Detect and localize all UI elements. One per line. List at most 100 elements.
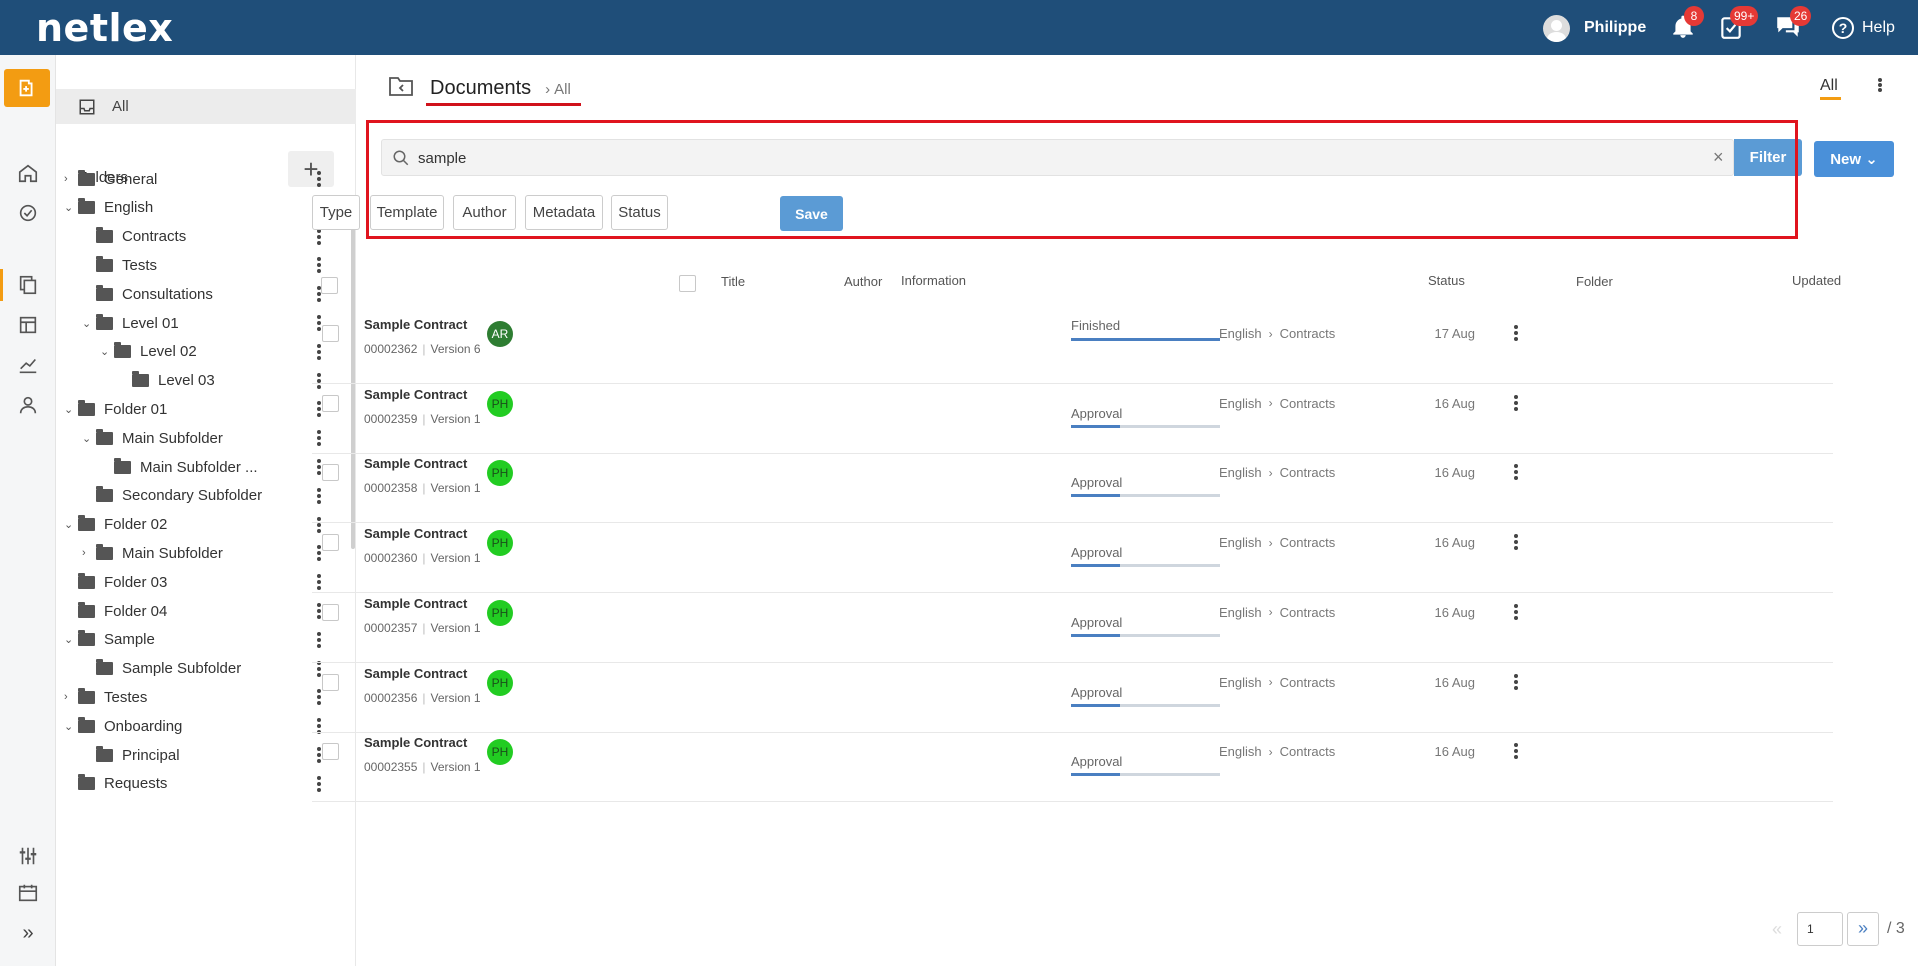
row-checkbox[interactable] bbox=[322, 534, 339, 552]
folder-path[interactable]: English › Contracts bbox=[1219, 675, 1335, 690]
document-title[interactable]: Sample Contract bbox=[364, 596, 467, 611]
chevron-right-icon[interactable]: › bbox=[64, 173, 74, 185]
row-checkbox[interactable] bbox=[322, 325, 339, 342]
author-avatar[interactable]: PH bbox=[487, 599, 513, 626]
column-folder[interactable]: Folder bbox=[1576, 274, 1613, 289]
folder-item[interactable]: Contracts bbox=[56, 222, 356, 252]
page-more-button[interactable] bbox=[1877, 78, 1883, 92]
author-avatar[interactable]: PH bbox=[487, 669, 513, 696]
row-options-icon[interactable] bbox=[1513, 464, 1519, 481]
row-options-icon[interactable] bbox=[1513, 325, 1519, 341]
folder-path[interactable]: English › Contracts bbox=[1219, 605, 1335, 620]
netlex-logo[interactable]: netlex bbox=[36, 6, 173, 50]
folder-item[interactable]: ⌄ Level 01 bbox=[56, 308, 356, 338]
chevron-right-icon[interactable]: › bbox=[82, 547, 92, 559]
folder-item[interactable]: Secondary Subfolder bbox=[56, 481, 356, 511]
column-title[interactable]: Title bbox=[721, 274, 745, 289]
messages-button[interactable]: 26 bbox=[1774, 6, 1812, 42]
folder-path[interactable]: English › Contracts bbox=[1219, 535, 1335, 550]
folder-item[interactable]: ⌄ Main Subfolder bbox=[56, 423, 356, 453]
folder-path[interactable]: English › Contracts bbox=[1219, 396, 1335, 411]
row-checkbox[interactable] bbox=[322, 603, 339, 621]
folder-item[interactable]: ⌄ Level 02 bbox=[56, 337, 356, 367]
folder-item[interactable]: › Main Subfolder bbox=[56, 538, 356, 568]
folder-item[interactable]: ⌄ Folder 01 bbox=[56, 394, 356, 424]
view-tab-all[interactable]: All bbox=[1820, 77, 1838, 95]
new-button[interactable]: New ⌄ bbox=[1814, 141, 1894, 177]
chevron-down-icon[interactable]: ⌄ bbox=[64, 201, 74, 214]
folder-options-icon[interactable] bbox=[316, 171, 322, 187]
home-button[interactable] bbox=[0, 153, 56, 193]
author-avatar[interactable]: AR bbox=[487, 321, 513, 347]
document-title[interactable]: Sample Contract bbox=[364, 735, 467, 750]
row-checkbox[interactable] bbox=[322, 394, 339, 412]
folder-item[interactable]: › General bbox=[56, 164, 356, 194]
folder-item[interactable]: Consultations bbox=[56, 279, 356, 309]
page-title[interactable]: Documents bbox=[430, 77, 531, 100]
chevron-down-icon[interactable]: ⌄ bbox=[64, 403, 74, 416]
column-author[interactable]: Author bbox=[844, 274, 882, 289]
chevron-right-icon[interactable]: › bbox=[64, 691, 74, 703]
calendar-button[interactable] bbox=[0, 873, 56, 913]
row-options-icon[interactable] bbox=[1513, 394, 1519, 411]
document-title[interactable]: Sample Contract bbox=[364, 387, 467, 402]
column-updated[interactable]: Updated bbox=[1792, 273, 1841, 288]
folder-item[interactable]: Folder 03 bbox=[56, 567, 356, 597]
chevron-down-icon[interactable]: ⌄ bbox=[100, 345, 110, 358]
folder-item[interactable]: › Testes bbox=[56, 682, 356, 712]
chevron-down-icon[interactable]: ⌄ bbox=[64, 720, 74, 733]
filter-chip-type[interactable]: Type bbox=[312, 195, 360, 230]
author-avatar[interactable]: PH bbox=[487, 390, 513, 417]
help-button[interactable]: ? Help bbox=[1832, 14, 1895, 42]
folder-item[interactable]: Folder 04 bbox=[56, 596, 356, 626]
chevron-down-icon[interactable]: ⌄ bbox=[64, 633, 74, 646]
column-status[interactable]: Status bbox=[1428, 273, 1465, 288]
folder-path[interactable]: English › Contracts bbox=[1219, 465, 1335, 480]
notifications-button[interactable]: 8 bbox=[1670, 6, 1704, 42]
table-row[interactable]: Sample Contract 00002355 | Version 1 PH Appro… bbox=[312, 716, 1833, 803]
folder-item[interactable]: Tests bbox=[56, 250, 356, 280]
chevron-down-icon[interactable]: ⌄ bbox=[64, 518, 74, 531]
sidebar-item-all[interactable]: All bbox=[56, 89, 356, 124]
folder-item[interactable]: Level 03 bbox=[56, 366, 356, 396]
row-checkbox[interactable] bbox=[322, 743, 339, 761]
row-checkbox[interactable] bbox=[322, 464, 339, 482]
row-options-icon[interactable] bbox=[1513, 673, 1519, 690]
document-title[interactable]: Sample Contract bbox=[364, 456, 467, 471]
folder-path[interactable]: English › Contracts bbox=[1219, 744, 1335, 759]
documents-button[interactable] bbox=[0, 265, 56, 305]
folder-item[interactable]: ⌄ Onboarding bbox=[56, 711, 356, 741]
folder-path[interactable]: English › Contracts bbox=[1219, 326, 1335, 341]
document-title[interactable]: Sample Contract bbox=[364, 317, 467, 332]
folder-item[interactable]: Requests bbox=[56, 769, 356, 799]
author-avatar[interactable]: PH bbox=[487, 530, 513, 557]
tasks-button[interactable]: 99+ bbox=[1718, 6, 1759, 42]
author-avatar[interactable]: PH bbox=[487, 460, 513, 487]
folder-item[interactable]: ⌄ Folder 02 bbox=[56, 510, 356, 540]
row-options-icon[interactable] bbox=[1513, 603, 1519, 620]
document-title[interactable]: Sample Contract bbox=[364, 666, 467, 681]
dashboard-button[interactable] bbox=[0, 193, 56, 233]
row-options-icon[interactable] bbox=[1513, 743, 1519, 760]
user-menu[interactable]: Philippe bbox=[1543, 14, 1646, 42]
folder-item[interactable]: Sample Subfolder bbox=[56, 654, 356, 684]
folder-item[interactable]: ⌄ Sample bbox=[56, 625, 356, 655]
row-options-icon[interactable] bbox=[1513, 534, 1519, 551]
settings-button[interactable] bbox=[0, 836, 56, 876]
document-title[interactable]: Sample Contract bbox=[364, 526, 467, 541]
chevron-down-icon[interactable]: ⌄ bbox=[82, 317, 92, 330]
user-button[interactable] bbox=[0, 385, 56, 425]
folder-item[interactable]: ⌄ English bbox=[56, 193, 356, 223]
chevron-down-icon[interactable]: ⌄ bbox=[82, 432, 92, 445]
author-avatar[interactable]: PH bbox=[487, 739, 513, 766]
select-all-checkbox[interactable] bbox=[679, 275, 696, 292]
expand-rail-button[interactable]: » bbox=[0, 913, 56, 953]
back-folder-button[interactable] bbox=[388, 75, 414, 102]
folder-item[interactable]: Principal bbox=[56, 740, 356, 770]
next-page-button[interactable]: » bbox=[1847, 912, 1879, 946]
new-document-button[interactable] bbox=[4, 69, 50, 107]
folder-options-icon[interactable] bbox=[316, 257, 322, 274]
prev-page-button[interactable]: « bbox=[1762, 912, 1792, 946]
folder-item[interactable]: Main Subfolder ... bbox=[56, 452, 356, 482]
folder-options-icon[interactable] bbox=[316, 228, 322, 245]
